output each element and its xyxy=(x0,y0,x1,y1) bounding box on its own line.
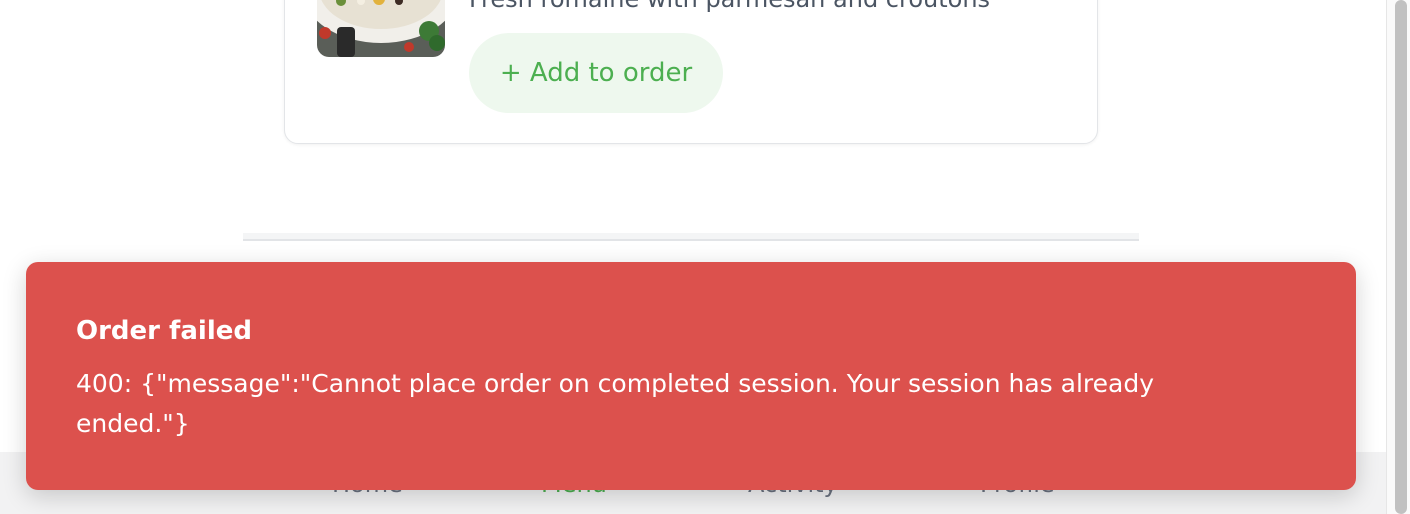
add-to-order-label: + Add to order xyxy=(499,58,693,88)
scrollbar-thumb[interactable] xyxy=(1395,0,1407,514)
menu-item-description: Fresh romaine with parmesan and croutons xyxy=(469,0,990,13)
page: Fresh romaine with parmesan and croutons… xyxy=(0,0,1410,514)
add-to-order-button[interactable]: + Add to order xyxy=(469,33,723,113)
scrollbar[interactable] xyxy=(1386,0,1410,514)
toast-title: Order failed xyxy=(76,316,252,346)
salad-image xyxy=(317,0,445,57)
section-divider xyxy=(243,233,1139,241)
menu-item-card: Fresh romaine with parmesan and croutons… xyxy=(284,0,1098,144)
toast-message: 400: {"message":"Cannot place order on c… xyxy=(76,369,1155,438)
error-toast[interactable]: Order failed 400: {"message":"Cannot pla… xyxy=(26,262,1356,490)
